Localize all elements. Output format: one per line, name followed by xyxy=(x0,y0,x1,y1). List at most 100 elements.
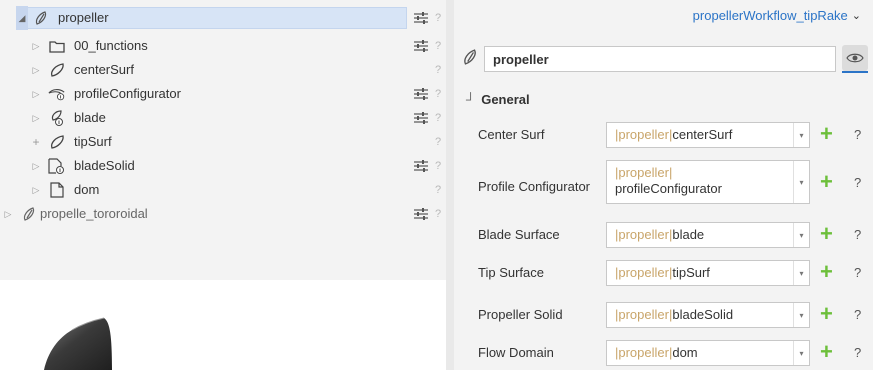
select-value: |propeller|bladeSolid xyxy=(615,307,789,323)
reference-name: blade xyxy=(672,227,705,242)
field-label-profile-configurator: Profile Configurator xyxy=(478,179,590,194)
panel-splitter[interactable] xyxy=(446,0,454,370)
expand-icon[interactable]: ▷ xyxy=(30,34,42,58)
3d-viewport[interactable] xyxy=(0,280,446,370)
reference-select-tip-surface[interactable]: |propeller|tipSurf ▾ xyxy=(606,260,810,286)
configure-icon[interactable] xyxy=(413,202,429,226)
expand-icon[interactable]: ▷ xyxy=(30,58,42,82)
configure-icon[interactable] xyxy=(413,154,429,178)
document-icon xyxy=(48,178,66,202)
chevron-down-icon[interactable]: ▾ xyxy=(793,161,809,203)
reference-select-center-surf[interactable]: |propeller|centerSurf ▾ xyxy=(606,122,810,148)
help-icon[interactable]: ? xyxy=(854,227,861,242)
chevron-down-icon[interactable]: ▾ xyxy=(793,123,809,147)
reference-select-profile-configurator[interactable]: |propeller| profileConfigurator ▾ xyxy=(606,160,810,204)
field-label-center-surf: Center Surf xyxy=(478,127,545,142)
scope-prefix: |propeller| xyxy=(615,227,673,242)
help-icon[interactable]: ? xyxy=(435,154,441,178)
tree-item-tipsurf[interactable]: + tipSurf ? xyxy=(0,130,446,154)
folder-icon xyxy=(48,34,66,58)
workflow-name: propellerWorkflow_tipRake xyxy=(692,8,848,23)
select-value: |propeller|dom xyxy=(615,345,789,361)
help-icon[interactable]: ? xyxy=(435,34,441,58)
help-icon[interactable]: ? xyxy=(435,106,441,130)
visibility-indicator xyxy=(842,71,868,73)
scope-prefix: |propeller| xyxy=(615,165,673,180)
scope-prefix: |propeller| xyxy=(615,265,673,280)
feature-icon xyxy=(20,202,38,226)
workflow-selector[interactable]: propellerWorkflow_tipRake ⌄ xyxy=(693,8,861,23)
name-row xyxy=(454,44,873,74)
tree-item-00-functions[interactable]: ▷ 00_functions ? xyxy=(0,34,446,58)
help-icon[interactable]: ? xyxy=(854,265,861,280)
tree-item-dom[interactable]: ▷ dom ? xyxy=(0,178,446,202)
tree-item-label: propelle_tororoidal xyxy=(40,206,148,221)
reference-name: bladeSolid xyxy=(672,307,734,322)
add-icon[interactable]: + xyxy=(820,303,833,325)
collapse-icon[interactable]: ◢ xyxy=(16,6,28,30)
select-value: |propeller|blade xyxy=(615,227,789,243)
help-icon[interactable]: ? xyxy=(435,82,441,106)
add-icon[interactable]: + xyxy=(30,130,42,154)
tree-item-label: bladeSolid xyxy=(74,158,135,173)
tree-item-propeller[interactable]: ◢ propeller ? xyxy=(0,6,446,30)
tree-item-blade[interactable]: ▷ blade ? xyxy=(0,106,446,130)
blade-icon xyxy=(48,106,66,130)
reference-select-propeller-solid[interactable]: |propeller|bladeSolid ▾ xyxy=(606,302,810,328)
select-value: |propeller|tipSurf xyxy=(615,265,789,281)
tree-item-label: tipSurf xyxy=(74,134,112,149)
help-icon[interactable]: ? xyxy=(435,6,441,30)
properties-panel: propellerWorkflow_tipRake ⌄ ┘ General Ce… xyxy=(454,0,873,370)
tree-item-bladesolid[interactable]: ▷ bladeSolid ? xyxy=(0,154,446,178)
add-icon[interactable]: + xyxy=(820,341,833,363)
help-icon[interactable]: ? xyxy=(435,58,441,82)
reference-select-blade-surface[interactable]: |propeller|blade ▾ xyxy=(606,222,810,248)
section-header-general[interactable]: ┘ General xyxy=(466,92,530,107)
add-icon[interactable]: + xyxy=(820,123,833,145)
collapse-corner-icon: ┘ xyxy=(466,92,476,107)
help-icon[interactable]: ? xyxy=(854,175,861,190)
expand-icon[interactable]: ▷ xyxy=(30,106,42,130)
chevron-down-icon[interactable]: ▾ xyxy=(793,341,809,365)
field-label-propeller-solid: Propeller Solid xyxy=(478,307,563,322)
configure-icon[interactable] xyxy=(413,6,429,30)
tree-item-label: centerSurf xyxy=(74,62,134,77)
expand-icon[interactable]: ▷ xyxy=(30,154,42,178)
surface-icon xyxy=(48,130,66,154)
configure-icon[interactable] xyxy=(413,82,429,106)
reference-name: dom xyxy=(672,345,698,360)
help-icon[interactable]: ? xyxy=(435,130,441,154)
reference-name: centerSurf xyxy=(672,127,733,142)
reference-name: profileConfigurator xyxy=(615,181,722,196)
help-icon[interactable]: ? xyxy=(854,345,861,360)
visibility-toggle-button[interactable] xyxy=(842,45,868,71)
expand-icon[interactable]: ▷ xyxy=(2,202,14,226)
reference-select-flow-domain[interactable]: |propeller|dom ▾ xyxy=(606,340,810,366)
tree-item-centersurf[interactable]: ▷ centerSurf ? xyxy=(0,58,446,82)
configure-icon[interactable] xyxy=(413,106,429,130)
name-field[interactable] xyxy=(484,46,836,72)
chevron-down-icon[interactable]: ▾ xyxy=(793,223,809,247)
help-icon[interactable]: ? xyxy=(435,178,441,202)
add-icon[interactable]: + xyxy=(820,171,833,193)
expand-icon[interactable]: ▷ xyxy=(30,178,42,202)
chevron-down-icon[interactable]: ▾ xyxy=(793,303,809,327)
reference-name: tipSurf xyxy=(672,265,710,280)
expand-icon[interactable]: ▷ xyxy=(30,82,42,106)
help-icon[interactable]: ? xyxy=(435,202,441,226)
profile-icon xyxy=(48,82,66,106)
field-label-blade-surface: Blade Surface xyxy=(478,227,560,242)
tree-item-profileconfigurator[interactable]: ▷ profileConfigurator ? xyxy=(0,82,446,106)
add-icon[interactable]: + xyxy=(820,261,833,283)
tree-item-label: blade xyxy=(74,110,106,125)
chevron-down-icon[interactable]: ▾ xyxy=(793,261,809,285)
help-icon[interactable]: ? xyxy=(854,307,861,322)
field-label-tip-surface: Tip Surface xyxy=(478,265,544,280)
help-icon[interactable]: ? xyxy=(854,127,861,142)
tree-item-label: propeller xyxy=(58,10,109,25)
object-tree: ◢ propeller ? ▷ 00_functions ? ▷ centerS… xyxy=(0,0,446,280)
configure-icon[interactable] xyxy=(413,34,429,58)
tree-item-propelle-tororoidal[interactable]: ▷ propelle_tororoidal ? xyxy=(0,202,446,226)
feature-icon xyxy=(462,49,478,68)
add-icon[interactable]: + xyxy=(820,223,833,245)
